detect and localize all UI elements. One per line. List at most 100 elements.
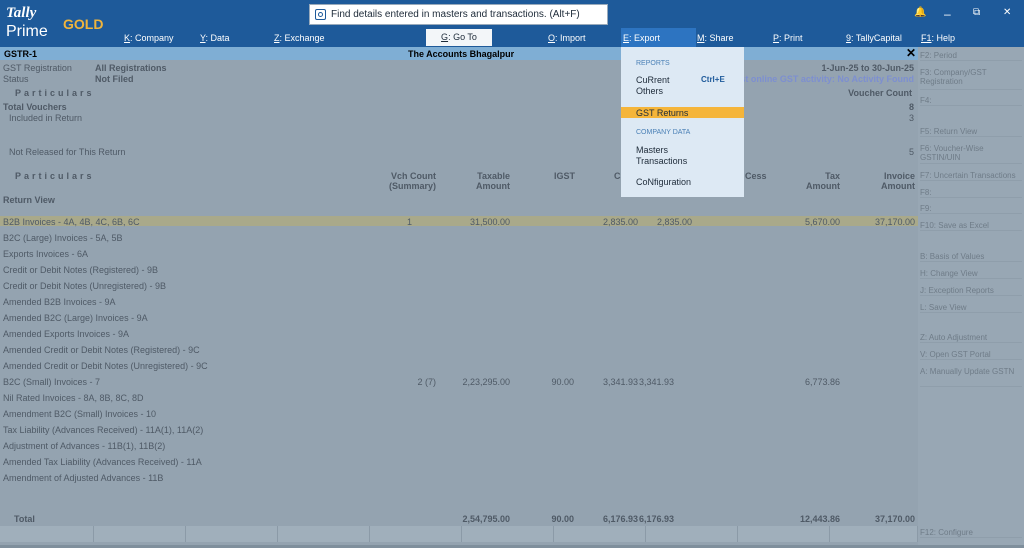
button-f9[interactable]: F9: (920, 204, 1022, 214)
menu-help[interactable]: F1: Help (921, 33, 955, 43)
not-released-label[interactable]: Not Released for This Return (9, 147, 125, 157)
table-row[interactable]: B2C (Large) Invoices - 5A, 5B (0, 233, 918, 249)
bottom-cell (462, 526, 554, 542)
export-configuration-item[interactable]: CoNfiguration (636, 177, 691, 187)
button-return-view[interactable]: F5: Return View (920, 127, 1022, 137)
table-row[interactable]: Adjustment of Advances - 11B(1), 11B(2) (0, 441, 918, 457)
button-configure[interactable]: F12: Configure (920, 528, 1022, 538)
search-text: Find details entered in masters and tran… (331, 9, 580, 20)
export-current-item[interactable]: CuRrent (636, 75, 670, 85)
button-save-view[interactable]: L: Save View (920, 303, 1022, 313)
row-name: Tax Liability (Advances Received) - 11A(… (3, 425, 204, 435)
row-sgst: 2,835.00 (656, 217, 692, 227)
row-name: Credit or Debit Notes (Registered) - 9B (3, 265, 159, 275)
button-period[interactable]: F2: Period (920, 51, 1022, 61)
export-gst-returns-item[interactable]: GST Returns (636, 108, 688, 118)
bottom-cell (278, 526, 370, 542)
export-transactions-item[interactable]: Transactions (636, 156, 687, 166)
button-change-view[interactable]: H: Change View (920, 269, 1022, 279)
row-name: Amended B2C (Large) Invoices - 9A (3, 313, 148, 323)
vch-count-header: Vch Count (391, 171, 436, 181)
table-row[interactable]: Credit or Debit Notes (Unregistered) - 9… (0, 281, 918, 297)
notification-bell-icon[interactable]: 🔔 (914, 7, 926, 18)
button-voucher-wise[interactable]: F6: Voucher-Wise GSTIN/UIN (920, 144, 1022, 164)
row-name: B2C (Small) Invoices - 7 (3, 377, 101, 387)
summary-particulars-header: Particulars (15, 88, 95, 98)
total-vouchers-label[interactable]: Total Vouchers (3, 102, 67, 112)
menu-print[interactable]: P: Print (773, 33, 803, 43)
button-company-gst[interactable]: F3: Company/GST Registration (920, 68, 1022, 90)
button-open-gst-portal[interactable]: V: Open GST Portal (920, 350, 1022, 360)
button-exception-reports[interactable]: J: Exception Reports (920, 286, 1022, 296)
table-row[interactable]: Amended Credit or Debit Notes (Unregiste… (0, 361, 918, 377)
period-value: 1-Jun-25 to 30-Jun-25 (821, 63, 914, 73)
included-label[interactable]: Included in Return (9, 113, 82, 123)
table-row[interactable]: Amendment of Adjusted Advances - 11B (0, 473, 918, 489)
total-tax: 12,443.86 (800, 514, 841, 524)
table-row[interactable]: Nil Rated Invoices - 8A, 8B, 8C, 8D (0, 393, 918, 409)
table-row[interactable]: Amendment B2C (Small) Invoices - 10 (0, 409, 918, 425)
export-dropdown: REPORTS CuRrent Ctrl+E Others GST Return… (621, 47, 744, 197)
menu-share[interactable]: M: Share (697, 33, 734, 43)
cgst-header: C (614, 171, 621, 181)
prime-label: Prime (6, 23, 48, 40)
table-row[interactable]: B2C (Small) Invoices - 7 2 (7) 2,23,295.… (0, 377, 918, 393)
close-window-button[interactable]: ✕ (1003, 7, 1011, 18)
search-input[interactable]: Find details entered in masters and tran… (309, 4, 608, 25)
button-basis-values[interactable]: B: Basis of Values (920, 252, 1022, 262)
menu-tallycapital[interactable]: 9: TallyCapital (846, 33, 902, 43)
button-save-excel[interactable]: F10: Save as Excel (920, 221, 1022, 231)
total-invoice: 37,170.00 (874, 514, 915, 524)
row-name: Amended Tax Liability (Advances Received… (3, 457, 202, 467)
total-cgst: 6,176.93 (602, 514, 638, 524)
button-f4[interactable]: F4: (920, 96, 1022, 106)
button-f8[interactable]: F8: (920, 188, 1022, 198)
table-row[interactable]: Amended B2B Invoices - 9A (0, 297, 918, 313)
included-value: 3 (908, 113, 914, 123)
row-name: B2B Invoices - 4A, 4B, 4C, 6B, 6C (3, 217, 140, 227)
row-cgst: 2,835.00 (602, 217, 638, 227)
button-uncertain[interactable]: F7: Uncertain Transactions (920, 171, 1022, 181)
close-report-button[interactable]: ✕ (906, 46, 916, 60)
menu-company[interactable]: K: Company (124, 33, 174, 43)
table-row[interactable]: Amended Exports Invoices - 9A (0, 329, 918, 345)
table-row[interactable]: B2B Invoices - 4A, 4B, 4C, 6B, 6C 1 31,5… (0, 217, 918, 233)
row-igst: 90.00 (551, 377, 574, 387)
table-row[interactable]: Amended B2C (Large) Invoices - 9A (0, 313, 918, 329)
menu-goto[interactable]: G: Go To (426, 29, 492, 46)
table-row[interactable]: Credit or Debit Notes (Registered) - 9B (0, 265, 918, 281)
table-row[interactable]: Amended Tax Liability (Advances Received… (0, 457, 918, 473)
restore-button[interactable]: ⧉ (973, 7, 980, 18)
menu-exchange[interactable]: Z: Exchange (274, 33, 325, 43)
row-taxable: 2,23,295.00 (462, 377, 510, 387)
bottom-cell (186, 526, 278, 542)
row-name: Amendment B2C (Small) Invoices - 10 (3, 409, 157, 419)
table-particulars-header: Particulars (15, 171, 95, 181)
bottom-cell (94, 526, 186, 542)
row-tax: 5,670.00 (804, 217, 840, 227)
row-sgst: 3,341.93 (638, 377, 674, 387)
invoice-subheader: Amount (881, 181, 915, 191)
row-name: Amendment of Adjusted Advances - 11B (3, 473, 164, 483)
button-manual-update[interactable]: A: Manually Update GSTN (920, 367, 1022, 387)
button-auto-adjustment[interactable]: Z: Auto Adjustment (920, 333, 1022, 343)
export-current-shortcut: Ctrl+E (701, 75, 725, 84)
table-row[interactable]: Tax Liability (Advances Received) - 11A(… (0, 425, 918, 441)
top-bar: Tally GOLD Prime Find details entered in… (0, 0, 1024, 47)
export-masters-item[interactable]: Masters (636, 145, 668, 155)
tax-subheader: Amount (806, 181, 840, 191)
menu-export[interactable]: E: Export (623, 33, 660, 43)
total-sgst: 6,176.93 (638, 514, 674, 524)
tally-logo: Tally (6, 5, 37, 21)
row-name: Credit or Debit Notes (Unregistered) - 9… (3, 281, 167, 291)
company-name: The Accounts Bhagalpur (408, 49, 515, 59)
gst-registration-value[interactable]: All Registrations (95, 63, 167, 73)
menu-data[interactable]: Y: Data (200, 33, 230, 43)
menu-import[interactable]: O: Import (548, 33, 586, 43)
company-data-heading: COMPANY DATA (636, 129, 691, 136)
taxable-header: Taxable (477, 171, 510, 181)
table-row[interactable]: Exports Invoices - 6A (0, 249, 918, 265)
minimize-button[interactable]: – (944, 7, 951, 21)
table-row[interactable]: Amended Credit or Debit Notes (Registere… (0, 345, 918, 361)
export-others-item[interactable]: Others (636, 86, 663, 96)
